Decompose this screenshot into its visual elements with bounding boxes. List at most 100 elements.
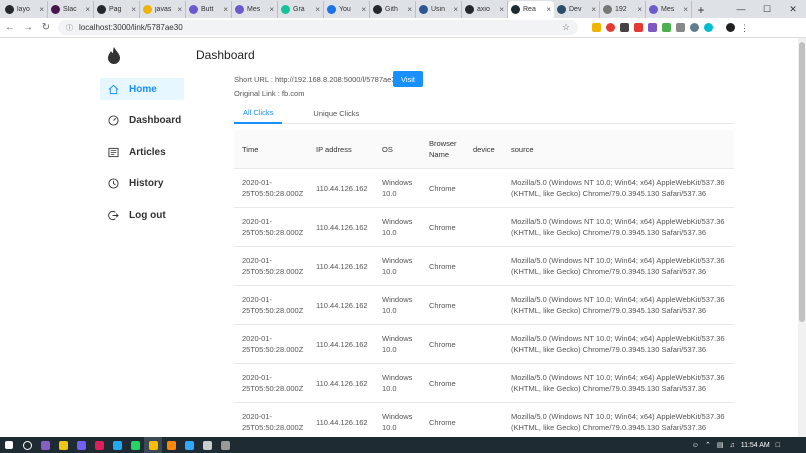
browser-tab[interactable]: Mes × <box>646 1 692 18</box>
tab-all-clicks[interactable]: All Clicks <box>234 102 283 124</box>
vscode-icon <box>112 440 122 450</box>
table-row: 2020-01-25T05:50:28.000Z 110.44.126.162 Wi… <box>234 247 734 286</box>
tab-unique-clicks[interactable]: Unique Clicks <box>304 102 368 124</box>
network-icon[interactable]: ▤ <box>717 441 724 449</box>
taskbar-app[interactable] <box>54 437 72 453</box>
browser-tab[interactable]: Butt × <box>186 1 232 18</box>
menu-dots-icon[interactable]: ⋮ <box>740 23 749 33</box>
back-icon[interactable]: ← <box>4 22 16 33</box>
tray-chevron-icon[interactable]: ⌃ <box>705 441 711 449</box>
close-tab-icon[interactable]: × <box>315 5 320 14</box>
extension-icon[interactable] <box>620 23 629 32</box>
minimize-icon[interactable]: — <box>728 0 754 18</box>
browser-tab[interactable]: Rea × <box>508 1 554 18</box>
browser-tab[interactable]: axio × <box>462 1 508 18</box>
browser-tab-title: Gra <box>293 6 305 13</box>
sidebar-item-label: Home <box>129 83 157 95</box>
close-tab-icon[interactable]: × <box>223 5 228 14</box>
info-icon: ⓘ <box>66 24 73 32</box>
close-tab-icon[interactable]: × <box>546 5 551 14</box>
taskbar-app[interactable] <box>144 437 162 453</box>
browser-tab[interactable]: javas × <box>140 1 186 18</box>
browser-tab-title: layo <box>17 6 30 13</box>
taskbar-app[interactable] <box>0 437 18 453</box>
browser-tab[interactable]: Slac × <box>48 1 94 18</box>
scrollbar-thumb[interactable] <box>799 42 805 322</box>
close-tab-icon[interactable]: × <box>591 5 596 14</box>
close-tab-icon[interactable]: × <box>131 5 136 14</box>
js-icon <box>143 5 152 14</box>
maximize-icon[interactable]: ☐ <box>754 0 780 18</box>
clicks-table: Time IP address OS Browser Name device s… <box>234 130 734 437</box>
extension-icon[interactable] <box>704 23 713 32</box>
extension-icon <box>649 5 658 14</box>
globe-icon <box>603 5 612 14</box>
chrome-icon <box>327 5 336 14</box>
browser-tab[interactable]: Gra × <box>278 1 324 18</box>
browser-tab[interactable]: Pag × <box>94 1 140 18</box>
taskbar-app[interactable] <box>126 437 144 453</box>
extension-icon[interactable] <box>592 23 601 32</box>
browser-tab[interactable]: 192 × <box>600 1 646 18</box>
scrollbar[interactable] <box>798 38 806 437</box>
github-icon <box>97 5 106 14</box>
extension-icon[interactable] <box>690 23 699 32</box>
extension-icon[interactable] <box>606 23 615 32</box>
taskbar-app[interactable] <box>18 437 36 453</box>
clock[interactable]: 11:54 AM <box>741 442 770 449</box>
taskbar-app[interactable] <box>216 437 234 453</box>
react-icon <box>511 5 520 14</box>
forward-icon[interactable]: → <box>22 22 34 33</box>
volume-icon[interactable]: ♫ <box>729 442 734 449</box>
extension-icon[interactable] <box>648 23 657 32</box>
browser-tab-title: Butt <box>201 6 214 13</box>
close-tab-icon[interactable]: × <box>39 5 44 14</box>
taskbar-app[interactable] <box>36 437 54 453</box>
taskbar-app[interactable] <box>198 437 216 453</box>
close-window-icon[interactable]: ✕ <box>780 0 806 18</box>
avatar[interactable] <box>726 23 735 32</box>
close-tab-icon[interactable]: × <box>407 5 412 14</box>
people-icon[interactable]: ☺ <box>692 442 699 449</box>
column-header-os: OS <box>382 144 393 154</box>
browser-tab[interactable]: You × <box>324 1 370 18</box>
column-header-time: Time <box>242 144 259 154</box>
cell-source: Mozilla/5.0 (Windows NT 10.0; Win64; x64… <box>511 256 725 276</box>
github-icon <box>465 5 474 14</box>
extension-icon[interactable] <box>662 23 671 32</box>
sidebar-item-dashboard[interactable]: Dashboard <box>100 110 184 132</box>
url-input[interactable]: ⓘ localhost:3000/link/5787ae30 ☆ <box>58 20 578 35</box>
close-tab-icon[interactable]: × <box>269 5 274 14</box>
new-tab-button[interactable]: + <box>692 1 710 18</box>
taskbar-app[interactable] <box>72 437 90 453</box>
taskbar-app[interactable] <box>108 437 126 453</box>
reload-icon[interactable]: ↻ <box>40 22 52 33</box>
close-tab-icon[interactable]: × <box>683 5 688 14</box>
cell-os: Windows 10.0 <box>382 256 413 276</box>
sidebar-item-articles[interactable]: Articles <box>100 141 184 163</box>
browser-tab[interactable]: Dev × <box>554 1 600 18</box>
close-tab-icon[interactable]: × <box>177 5 182 14</box>
browser-tab[interactable]: Usin × <box>416 1 462 18</box>
browser-tab[interactable]: Mes × <box>232 1 278 18</box>
cell-source: Mozilla/5.0 (Windows NT 10.0; Win64; x64… <box>511 217 725 237</box>
taskbar-app[interactable] <box>162 437 180 453</box>
bookmark-star-icon[interactable]: ☆ <box>562 22 570 33</box>
close-tab-icon[interactable]: × <box>499 5 504 14</box>
taskbar-app[interactable] <box>180 437 198 453</box>
close-tab-icon[interactable]: × <box>637 5 642 14</box>
visit-button[interactable]: Visit <box>393 71 423 87</box>
notifications-icon[interactable]: □ <box>776 442 780 449</box>
sidebar-item-home[interactable]: Home <box>100 78 184 100</box>
sidebar-item-logout[interactable]: Log out <box>100 204 184 226</box>
close-tab-icon[interactable]: × <box>361 5 366 14</box>
close-tab-icon[interactable]: × <box>453 5 458 14</box>
extension-icon[interactable] <box>634 23 643 32</box>
extension-icon[interactable] <box>676 23 685 32</box>
cell-browser: Chrome <box>429 378 456 388</box>
sidebar-item-history[interactable]: History <box>100 173 184 195</box>
close-tab-icon[interactable]: × <box>85 5 90 14</box>
browser-tab[interactable]: Gith × <box>370 1 416 18</box>
taskbar-app[interactable] <box>90 437 108 453</box>
browser-tab[interactable]: layo × <box>2 1 48 18</box>
